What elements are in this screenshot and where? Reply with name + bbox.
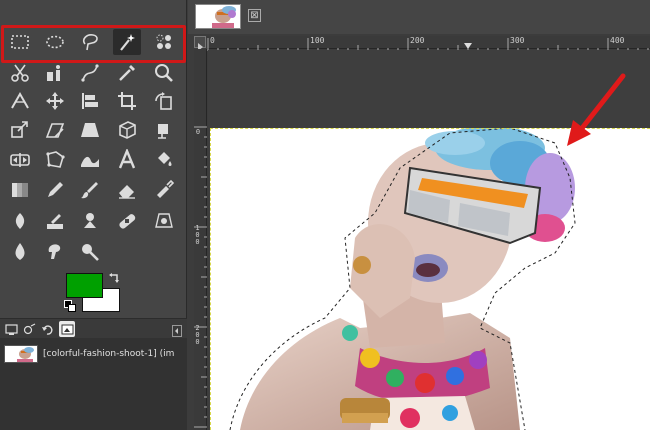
smudge-icon[interactable] [41, 239, 69, 265]
measure-icon[interactable] [6, 88, 34, 114]
paths-icon[interactable] [76, 60, 104, 86]
tool-options-icon[interactable] [3, 321, 19, 337]
align-icon[interactable] [76, 88, 104, 114]
h-ruler-label: 200 [410, 36, 425, 45]
h-ruler-label: 100 [310, 36, 325, 45]
h-ruler-label: 0 [210, 36, 215, 45]
image-canvas[interactable] [210, 128, 650, 430]
color-picker-icon[interactable] [113, 60, 141, 86]
gimp-window: [colorful-fashion-shoot-1] (im ⊠ 0 100 2… [0, 0, 650, 430]
quick-mask-toggle-icon[interactable] [194, 36, 206, 51]
crop-icon[interactable] [113, 88, 141, 114]
rotate-icon[interactable] [150, 88, 178, 114]
image-thumbnail [4, 345, 38, 363]
h-ruler-label: 300 [510, 36, 525, 45]
airbrush-icon[interactable] [150, 177, 178, 203]
horizontal-ruler[interactable]: 0 100 200 300 400 [207, 36, 650, 51]
undo-history-icon[interactable] [39, 321, 55, 337]
warp-transform-icon[interactable] [76, 147, 104, 173]
heal-icon[interactable] [113, 208, 141, 234]
perspective-icon[interactable] [76, 117, 104, 143]
v-ruler-label: 100 [195, 224, 200, 246]
gradient-icon[interactable] [6, 177, 34, 203]
v-ruler-label: 0 [195, 128, 201, 136]
toolbox-panel: [colorful-fashion-shoot-1] (im [0, 0, 187, 430]
cage-transform-icon[interactable] [41, 147, 69, 173]
foreground-select-icon[interactable] [41, 60, 69, 86]
shear-icon[interactable] [41, 117, 69, 143]
ink-icon[interactable] [6, 208, 34, 234]
paintbrush-icon[interactable] [76, 177, 104, 203]
blur-sharpen-icon[interactable] [6, 239, 34, 265]
selection-tools-highlight-box [1, 25, 186, 63]
3d-transform-icon[interactable] [113, 117, 141, 143]
image-window: ⊠ 0 100 200 300 400 0 100 200 [188, 0, 650, 430]
vertical-ruler[interactable]: 0 100 200 [194, 49, 207, 430]
swap-colors-icon[interactable] [107, 271, 121, 285]
default-colors-icon[interactable] [64, 300, 76, 312]
foreground-color-swatch[interactable] [66, 273, 103, 298]
pencil-icon[interactable] [41, 177, 69, 203]
scissors-select-icon[interactable] [6, 60, 34, 86]
dock-tab-bar [0, 318, 187, 338]
v-ruler-label: 200 [195, 324, 200, 346]
image-tab-thumbnail [195, 4, 241, 29]
scale-icon[interactable] [6, 117, 34, 143]
device-status-icon[interactable] [21, 321, 37, 337]
dock-menu-icon[interactable] [172, 322, 182, 337]
images-icon[interactable] [59, 321, 75, 337]
red-arrow-annotation [555, 70, 630, 150]
flip-icon[interactable] [6, 147, 34, 173]
h-ruler-label: 400 [610, 36, 625, 45]
image-tab-strip: ⊠ [188, 0, 650, 34]
zoom-icon[interactable] [150, 60, 178, 86]
mypaint-brush-icon[interactable] [41, 208, 69, 234]
fashion-photo-image [210, 128, 650, 430]
dodge-burn-icon[interactable] [76, 239, 104, 265]
image-tab[interactable] [192, 2, 244, 32]
clone-icon[interactable] [76, 208, 104, 234]
close-tab-icon[interactable]: ⊠ [248, 9, 261, 22]
image-name-label: [colorful-fashion-shoot-1] (im [43, 349, 175, 359]
images-list: [colorful-fashion-shoot-1] (im [0, 338, 187, 430]
move-icon[interactable] [41, 88, 69, 114]
unified-transform-icon[interactable] [150, 117, 178, 143]
perspective-clone-icon[interactable] [150, 208, 178, 234]
text-icon[interactable] [113, 147, 141, 173]
list-item[interactable]: [colorful-fashion-shoot-1] (im [4, 343, 184, 365]
ruler-pointer-icon [464, 43, 472, 49]
eraser-icon[interactable] [113, 177, 141, 203]
bucket-fill-icon[interactable] [150, 147, 178, 173]
